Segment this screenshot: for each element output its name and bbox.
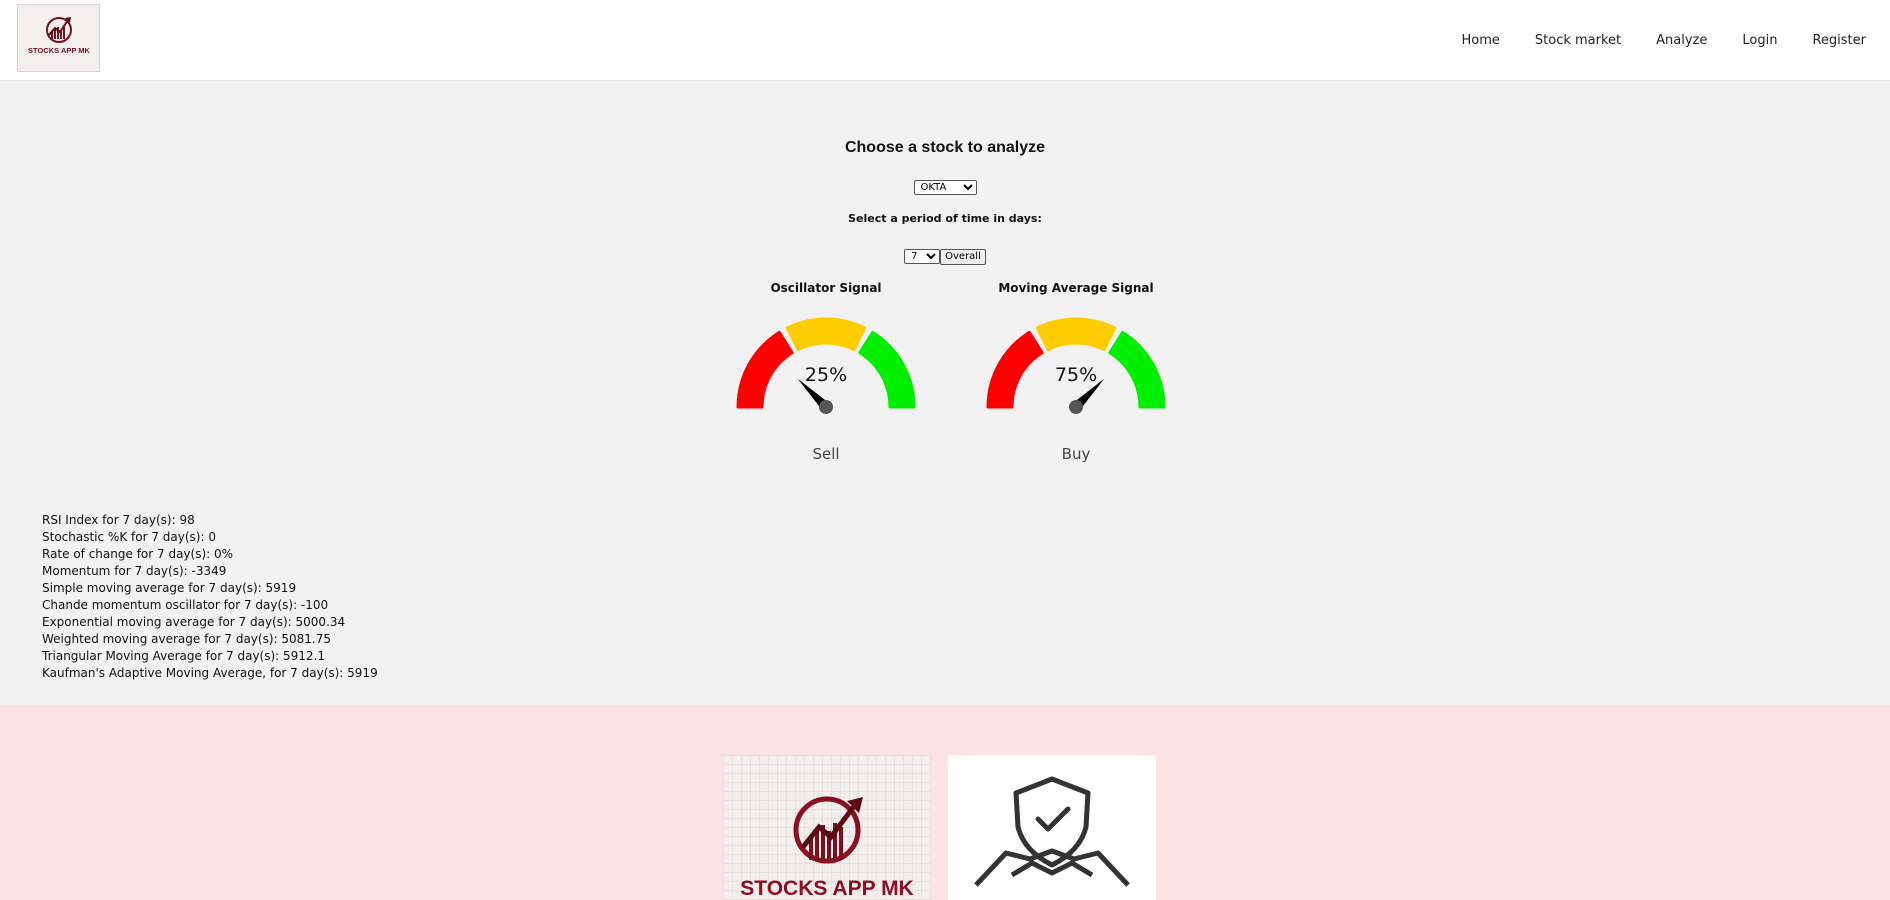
gauge-percent-text: 25% [805, 364, 847, 386]
nav-stock-market-link[interactable]: Stock market [1535, 33, 1621, 48]
nav-home-link[interactable]: Home [1462, 33, 1500, 48]
footer-logo-wordmark: STOCKS APP MK [740, 877, 913, 900]
stock-select[interactable]: OKTA [913, 180, 977, 195]
header: STOCKS APP MK Home Stock market Analyze … [0, 0, 1890, 81]
stocks-app-logo-icon: STOCKS APP MK [740, 796, 914, 900]
indicator-metrics-list: RSI Index for 7 day(s): 98 Stochastic %K … [42, 512, 378, 682]
stocks-app-logo-icon: STOCKS APP MK [18, 5, 99, 71]
gauge-percent-text: 75% [1055, 364, 1097, 386]
footer-trust-image [948, 755, 1156, 900]
metric-line: Weighted moving average for 7 day(s): 50… [42, 632, 331, 646]
gauge-result-label: Sell [812, 445, 840, 463]
period-select-row: 7 Overall [0, 246, 1890, 265]
page-title: Choose a stock to analyze [844, 139, 1046, 156]
gauge-buy-arc [1108, 330, 1166, 409]
gauge-neutral-arc [1035, 317, 1117, 351]
metric-line: Chande momentum oscillator for 7 day(s):… [42, 598, 329, 612]
handshake-shield-icon [974, 776, 1130, 887]
nav-analyze-link[interactable]: Analyze [1656, 33, 1707, 48]
metric-line: Momentum for 7 day(s): -3349 [42, 564, 227, 578]
logo-wordmark: STOCKS APP MK [28, 46, 91, 55]
stock-select-row: OKTA [0, 177, 1890, 196]
gauge-neutral-arc [785, 317, 867, 351]
main-nav: Home Stock market Analyze Login Register [1462, 0, 1890, 81]
metric-line: Kaufman's Adaptive Moving Average, for 7… [42, 666, 378, 680]
nav-login-link[interactable]: Login [1742, 33, 1777, 48]
gauge-title: Oscillator Signal [770, 281, 882, 295]
metric-line: Simple moving average for 7 day(s): 5919 [42, 581, 297, 595]
overall-button[interactable]: Overall [940, 248, 986, 265]
metric-line: Stochastic %K for 7 day(s): 0 [42, 530, 216, 544]
gauge-result-label: Buy [1061, 445, 1091, 463]
gauge-needle-hub [1069, 400, 1083, 414]
metric-line: Triangular Moving Average for 7 day(s): … [42, 649, 326, 663]
gauge-sell-arc [986, 330, 1044, 409]
days-select[interactable]: 7 [904, 249, 941, 264]
gauge-dial: 75% [986, 317, 1166, 414]
analyze-section: Choose a stock to analyze OKTA Select a … [0, 81, 1890, 705]
metric-line: RSI Index for 7 day(s): 98 [42, 513, 195, 527]
gauge-needle-hub [819, 400, 833, 414]
gauge-sell-arc [736, 330, 794, 409]
gauge-buy-arc [858, 330, 916, 409]
period-label: Select a period of time in days: [848, 212, 1042, 225]
gauge-title: Moving Average Signal [998, 281, 1154, 295]
header-logo[interactable]: STOCKS APP MK [17, 4, 100, 72]
footer: STOCKS APP MK [0, 705, 1890, 900]
footer-logo-image: STOCKS APP MK [723, 755, 931, 900]
nav-register-link[interactable]: Register [1812, 33, 1866, 48]
metric-line: Rate of change for 7 day(s): 0% [42, 547, 234, 561]
metric-line: Exponential moving average for 7 day(s):… [42, 615, 346, 629]
gauge-dial: 25% [736, 317, 916, 414]
